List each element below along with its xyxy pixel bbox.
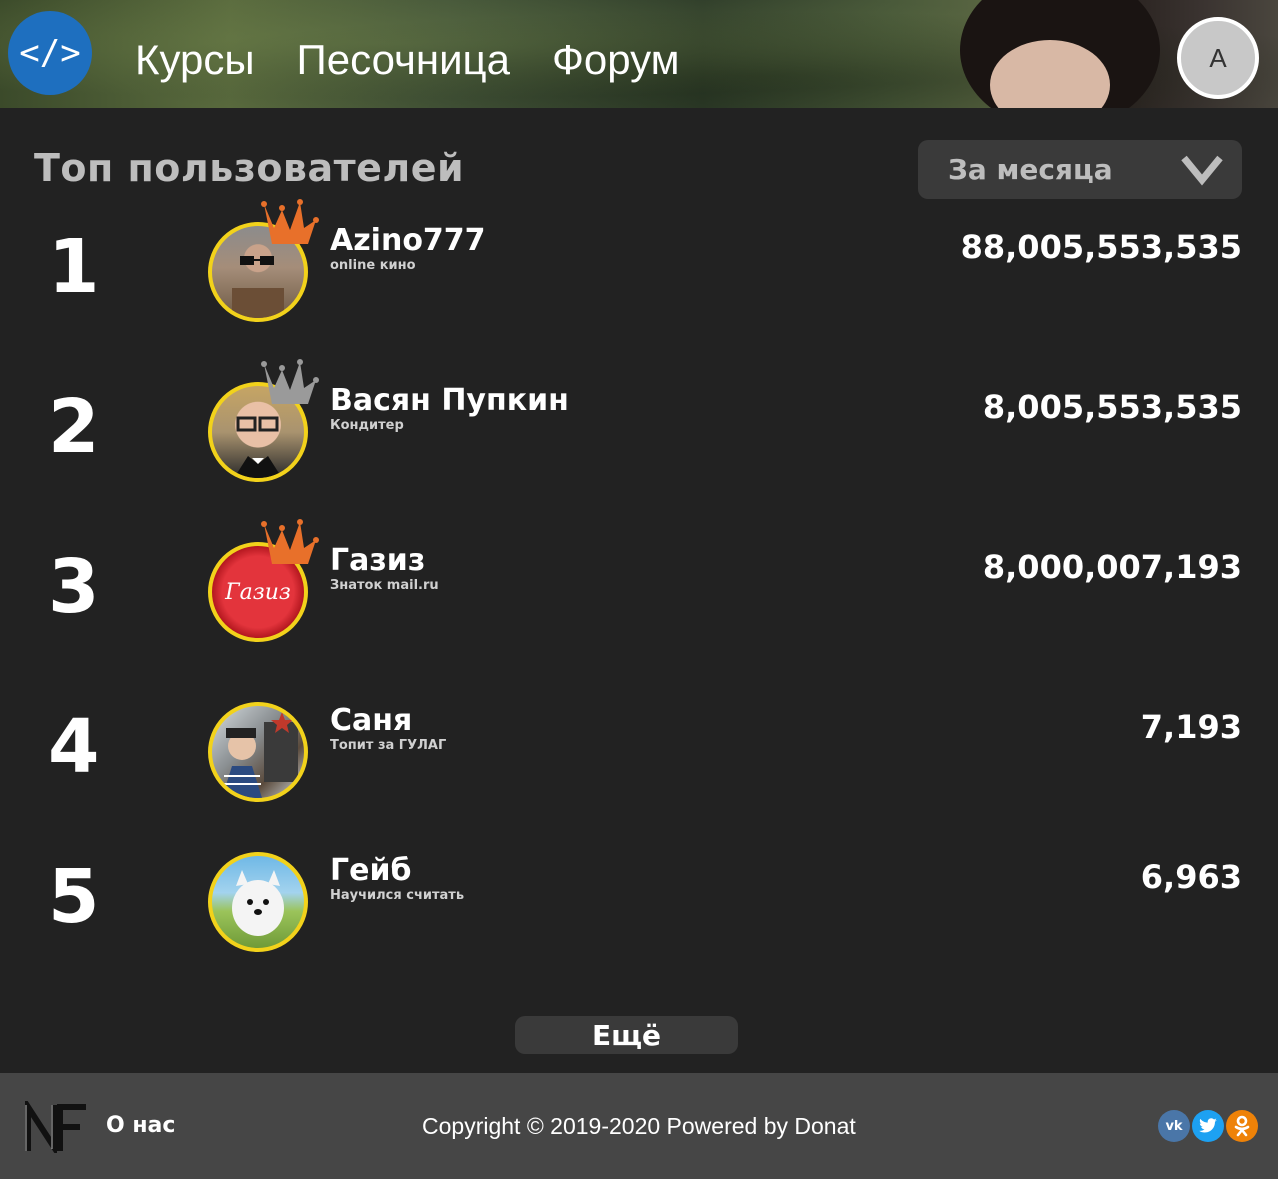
user-score: 8,005,553,535 — [982, 388, 1242, 426]
nav-sandbox[interactable]: Песочница — [297, 36, 510, 84]
user-subtitle: Научился считать — [330, 888, 465, 903]
user-name[interactable]: Гейб — [330, 854, 411, 888]
page-footer: О нас Copyright © 2019-2020 Powered by D… — [0, 1073, 1278, 1179]
rank-number: 1 — [48, 224, 100, 310]
rank-number: 4 — [48, 704, 100, 790]
user-score: 7,193 — [1140, 708, 1242, 746]
user-score: 8,000,007,193 — [982, 548, 1242, 586]
user-avatar-image[interactable] — [208, 702, 308, 802]
user-subtitle: Кондитер — [330, 418, 404, 433]
user-name[interactable]: Саня — [330, 704, 412, 738]
user-name[interactable]: Газиз — [330, 544, 425, 578]
user-score: 6,963 — [1140, 858, 1242, 896]
period-dropdown-value: За месяца — [948, 153, 1113, 186]
odnoklassniki-icon[interactable] — [1226, 1110, 1258, 1142]
leaderboard-row[interactable]: 5 Гейб Научился считать 6,963 — [0, 852, 1278, 972]
leaderboard-row[interactable]: 2 Васян Пупкин Кондитер 8,005,553,535 — [0, 359, 1278, 502]
top-header: </> Курсы Песочница Форум A — [0, 0, 1278, 108]
nav-forum[interactable]: Форум — [552, 36, 680, 84]
code-logo-icon[interactable]: </> — [8, 11, 92, 95]
leaderboard-row[interactable]: 4 Саня Топит за ГУЛАГ 7,193 — [0, 702, 1278, 822]
user-subtitle: Топит за ГУЛАГ — [330, 738, 447, 753]
rank-number: 5 — [48, 854, 100, 940]
nf-logo-icon[interactable] — [24, 1101, 88, 1153]
rank-number: 2 — [48, 384, 100, 470]
twitter-icon[interactable] — [1192, 1110, 1224, 1142]
social-links: vk — [1158, 1110, 1258, 1142]
user-avatar-image[interactable] — [208, 852, 308, 952]
chevron-down-icon — [1181, 155, 1223, 186]
crown-icon — [261, 359, 319, 404]
user-score: 88,005,553,535 — [960, 228, 1242, 266]
user-subtitle: online кино — [330, 258, 416, 273]
nav-courses[interactable]: Курсы — [135, 36, 255, 84]
user-name[interactable]: Azino777 — [330, 224, 486, 258]
about-link[interactable]: О нас — [106, 1113, 175, 1138]
user-avatar[interactable]: A — [1177, 17, 1259, 99]
copyright-text: Copyright © 2019-2020 Powered by Donat — [422, 1113, 856, 1139]
main-nav: Курсы Песочница Форум — [135, 36, 680, 84]
crown-icon — [261, 519, 319, 564]
user-subtitle: Знаток mail.ru — [330, 578, 439, 593]
rank-number: 3 — [48, 544, 100, 630]
user-name[interactable]: Васян Пупкин — [330, 384, 569, 418]
more-button[interactable]: Ещё — [515, 1016, 738, 1054]
leaderboard-row[interactable]: 1 Azino777 online кино 88,005,553,535 — [0, 199, 1278, 342]
leaderboard-row[interactable]: 3 Газиз Газиз Знаток mail.ru 8,000,007,1… — [0, 519, 1278, 662]
avatar-label: Газиз — [225, 579, 291, 605]
page-title: Топ пользователей — [34, 146, 465, 190]
period-dropdown[interactable]: За месяца — [918, 140, 1242, 199]
crown-icon — [261, 199, 319, 244]
vk-icon[interactable]: vk — [1158, 1110, 1190, 1142]
